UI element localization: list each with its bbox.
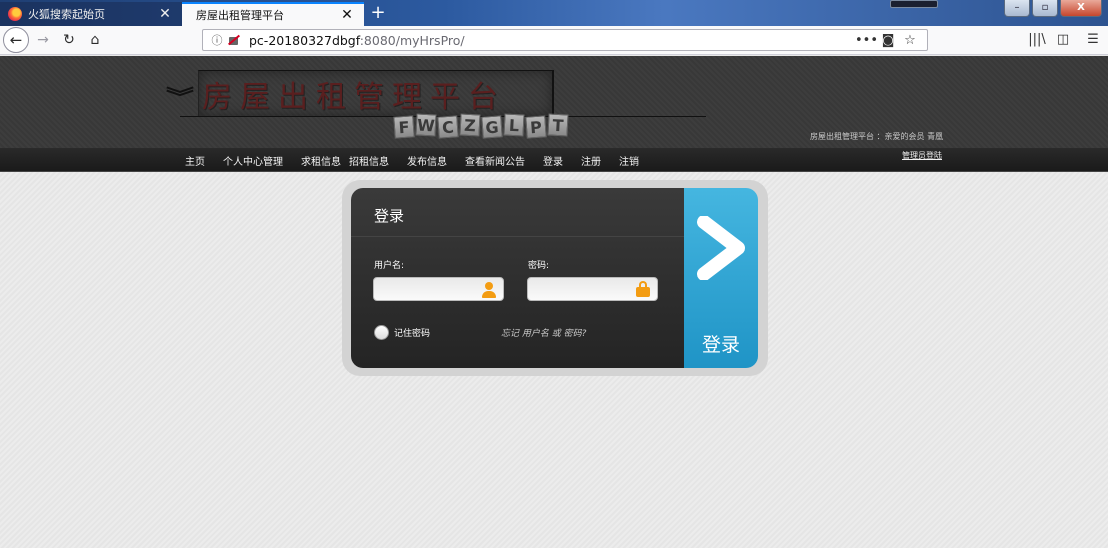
close-window-button[interactable]: X [1060,0,1102,17]
username-input[interactable] [378,281,478,297]
site-nav-menu: 主页 个人中心管理 求租信息 招租信息 发布信息 查看新闻公告 登录 注册 注销… [0,148,1108,172]
forward-button[interactable]: → [32,29,54,51]
menu-item-offer-rental[interactable]: 招租信息 [349,153,389,168]
address-bar[interactable]: ⓘ pc-20180327dbgf:8080/myHrsPro/ ••• ◙ ☆ [202,29,928,51]
url-host: pc-20180327dbgf [249,32,360,48]
url-text[interactable]: pc-20180327dbgf:8080/myHrsPro/ [249,33,855,48]
login-submit-button[interactable]: 登录 [684,188,758,368]
info-icon[interactable]: ⓘ [209,32,225,48]
double-chevron-icon: ︾ [166,85,194,109]
logo-letter: G [481,115,503,139]
logo-letter: C [437,115,459,139]
menu-items: 主页 个人中心管理 求租信息 招租信息 发布信息 查看新闻公告 登录 注册 注销 [176,148,648,172]
remember-radio[interactable] [374,325,389,340]
password-label: 密码: [528,261,550,271]
menu-icon[interactable]: ☰ [1082,30,1104,50]
pocket-icon[interactable]: ◙ [877,33,899,48]
lock-icon [636,281,650,297]
logo-letters: F W C Z G L P T [393,113,570,139]
menu-item-publish[interactable]: 发布信息 [407,153,447,168]
url-path: :8080/myHrsPro/ [359,32,465,48]
admin-login-link[interactable]: 管理员登陆 [902,150,942,161]
maximize-button[interactable]: ▫ [1032,0,1058,17]
user-icon [482,282,496,298]
member-status-text: 房屋出租管理平台 ：亲爱的会员 青凰 [810,132,944,141]
logo-title: 房屋出租管理平台 [202,80,506,115]
username-label: 用户名: [374,261,405,271]
close-tab-icon[interactable]: ✕ [340,8,354,22]
url-actions: ••• ◙ ☆ [855,33,921,48]
remember-password[interactable]: 记住密码 [374,325,430,340]
page-actions-icon[interactable]: ••• [855,33,878,48]
insecure-lock-icon[interactable] [227,34,241,46]
tab-firefox-start[interactable]: 火狐搜索起始页 ✕ [0,2,182,26]
logo-letter: F [393,115,415,139]
forgot-link[interactable]: 忘记 用户名 或 密码? [501,326,586,339]
menu-item-personal-center[interactable]: 个人中心管理 [223,153,283,168]
username-field[interactable] [373,277,504,301]
divider [351,236,685,237]
site-header: ︾ 房屋出租管理平台 F W C Z G L P T 房屋出租管理平台 ：亲爱的… [0,56,1108,148]
tab-house-rental[interactable]: 房屋出租管理平台 ✕ [182,2,364,26]
menu-item-news[interactable]: 查看新闻公告 [465,153,525,168]
menu-item-home[interactable]: 主页 [185,153,205,168]
sidebar-icon[interactable]: ◫ [1052,30,1074,50]
submit-label: 登录 [701,334,740,356]
bookmark-star-icon[interactable]: ☆ [899,33,921,48]
password-field[interactable] [527,277,658,301]
library-icon[interactable]: |||\ [1026,30,1048,50]
password-input[interactable] [532,281,632,297]
arrow-right-icon [697,216,745,280]
tab-title: 房屋出租管理平台 [196,9,284,22]
browser-nav-bar: ← → ↻ ⌂ ⓘ pc-20180327dbgf:8080/myHrsPro/… [0,26,1108,55]
logo-letter: Z [459,113,481,137]
logo-letter: L [503,113,525,137]
firefox-logo-icon [8,7,22,21]
browser-tab-bar: 火狐搜索起始页 ✕ 房屋出租管理平台 ✕ + – ▫ X [0,0,1108,26]
minimize-button[interactable]: – [1004,0,1030,17]
back-button[interactable]: ← [3,27,29,53]
new-tab-button[interactable]: + [368,3,388,23]
menu-item-register[interactable]: 注册 [581,153,601,168]
network-indicator [890,0,938,8]
tab-title: 火狐搜索起始页 [28,8,105,21]
login-title: 登录 [374,207,405,225]
remember-label: 记住密码 [394,329,431,339]
reload-button[interactable]: ↻ [58,29,80,51]
home-button[interactable]: ⌂ [84,29,106,51]
logo-letter: W [415,113,437,137]
menu-item-logout[interactable]: 注销 [619,153,639,168]
menu-item-seek-rental[interactable]: 求租信息 [301,153,341,168]
logo-letter: T [547,113,569,137]
menu-item-login[interactable]: 登录 [543,153,563,168]
close-tab-icon[interactable]: ✕ [158,7,172,21]
window-controls: – ▫ X [1002,0,1102,17]
logo-letter: P [525,115,547,139]
